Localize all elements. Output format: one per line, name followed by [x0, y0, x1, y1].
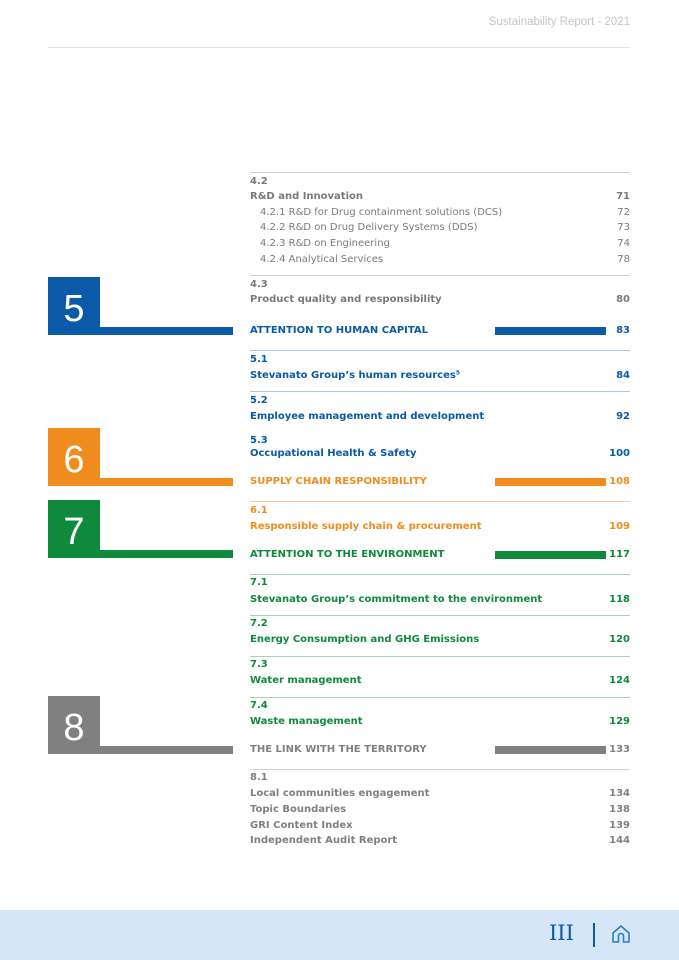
entry-title: Energy Consumption and GHG Emissions: [250, 634, 480, 645]
page-number: 92: [616, 411, 630, 422]
section-number: 4.2: [250, 176, 268, 187]
toc-entry-4-2-1[interactable]: 4.2.1 R&D for Drug containment solutions…: [260, 206, 630, 220]
toc-entry-gri-index[interactable]: GRI Content Index 139: [250, 819, 630, 833]
page-number: 138: [609, 804, 630, 815]
page-number: 144: [609, 835, 630, 846]
chapter-title: ATTENTION TO HUMAN CAPITAL: [250, 325, 429, 336]
divider: [250, 350, 630, 351]
chapter-8-line: [48, 746, 233, 754]
page-number: 129: [609, 716, 630, 727]
toc-entry-local-communities[interactable]: Local communities engagement 134: [250, 787, 630, 801]
entry-title: 4.2.3 R&D on Engineering: [260, 238, 390, 249]
chapter-title: THE LINK WITH THE TERRITORY: [250, 744, 427, 755]
chapter-7-line: [48, 550, 233, 558]
chapter-title: ATTENTION TO THE ENVIRONMENT: [250, 549, 445, 560]
entry-title: 4.2.2 R&D on Drug Delivery Systems (DDS): [260, 222, 478, 233]
chapter-5-bar: [495, 327, 606, 335]
home-icon[interactable]: [611, 924, 631, 944]
divider: [250, 391, 630, 392]
chapter-5-line: [48, 327, 233, 335]
toc-entry-4-2-4[interactable]: 4.2.4 Analytical Services 78: [260, 253, 630, 267]
divider: [250, 769, 630, 770]
section-number: 5.3: [250, 435, 268, 446]
toc-entry-topic-boundaries[interactable]: Topic Boundaries 138: [250, 803, 630, 817]
toc-entry-7-2[interactable]: Energy Consumption and GHG Emissions 120: [250, 633, 630, 647]
divider: [250, 697, 630, 698]
page-number: 73: [617, 222, 630, 233]
toc-entry-5-2[interactable]: Employee management and development 92: [250, 410, 630, 424]
toc-entry-5-3[interactable]: Occupational Health & Safety 100: [250, 447, 630, 461]
divider: [250, 615, 630, 616]
divider: [250, 501, 630, 502]
report-title: Sustainability Report - 2021: [488, 16, 630, 28]
entry-title: Responsible supply chain & procurement: [250, 521, 482, 532]
section-number: 5.1: [250, 354, 268, 365]
page-number-roman: III: [549, 921, 574, 945]
page-number: 71: [616, 191, 630, 202]
section-number: 7.2: [250, 618, 268, 629]
entry-title: Employee management and development: [250, 411, 485, 422]
section-number: 7.4: [250, 700, 268, 711]
page-number: 120: [609, 634, 630, 645]
page-number: 109: [609, 521, 630, 532]
divider: [250, 172, 630, 173]
toc-entry-6-1[interactable]: Responsible supply chain & procurement 10…: [250, 520, 630, 534]
entry-title: 4.2.4 Analytical Services: [260, 254, 384, 265]
entry-title: Waste management: [250, 716, 363, 727]
entry-title: Product quality and responsibility: [250, 294, 442, 305]
entry-title: Topic Boundaries: [250, 804, 347, 815]
page-number: 84: [616, 370, 630, 381]
page-number: 118: [609, 594, 630, 605]
entry-title: Stevanato Group’s commitment to the envi…: [250, 594, 543, 605]
chapter-title: SUPPLY CHAIN RESPONSIBILITY: [250, 476, 427, 487]
page-number: 80: [616, 294, 630, 305]
page-number: 74: [617, 238, 630, 249]
entry-title: Occupational Health & Safety: [250, 448, 417, 459]
divider: [250, 275, 630, 276]
page-number: 83: [616, 325, 630, 336]
toc-entry-4-2-2[interactable]: 4.2.2 R&D on Drug Delivery Systems (DDS)…: [260, 221, 630, 235]
entry-title: R&D and Innovation: [250, 191, 364, 202]
page-number: 117: [609, 549, 630, 560]
toc-entry-4-2-3[interactable]: 4.2.3 R&D on Engineering 74: [260, 237, 630, 251]
section-number: 5.2: [250, 395, 268, 406]
page-number: 134: [609, 788, 630, 799]
divider: [250, 574, 630, 575]
entry-title: Independent Audit Report: [250, 835, 398, 846]
toc-entry-4-2[interactable]: R&D and Innovation 71: [250, 190, 630, 204]
header-divider: [48, 47, 630, 48]
divider: [250, 656, 630, 657]
page-number: 108: [609, 476, 630, 487]
entry-title: Stevanato Group’s human resources⁵: [250, 370, 461, 381]
toc-entry-4-3[interactable]: Product quality and responsibility 80: [250, 293, 630, 307]
page-number: 139: [609, 820, 630, 831]
section-number: 4.3: [250, 279, 268, 290]
section-number: 8.1: [250, 772, 268, 783]
toc-entry-7-1[interactable]: Stevanato Group’s commitment to the envi…: [250, 593, 630, 607]
entry-title: Water management: [250, 675, 362, 686]
toc-entry-audit-report[interactable]: Independent Audit Report 144: [250, 834, 630, 848]
page-number: 100: [609, 448, 630, 459]
page-number: 78: [617, 254, 630, 265]
entry-title: GRI Content Index: [250, 820, 353, 831]
toc-entry-7-4[interactable]: Waste management 129: [250, 715, 630, 729]
toc-entry-5-1[interactable]: Stevanato Group’s human resources⁵ 84: [250, 369, 630, 383]
entry-title: Local communities engagement: [250, 788, 430, 799]
section-number: 7.1: [250, 577, 268, 588]
page-number: 133: [609, 744, 630, 755]
chapter-8-bar: [495, 746, 606, 754]
entry-title: 4.2.1 R&D for Drug containment solutions…: [260, 207, 503, 218]
toc-entry-7-3[interactable]: Water management 124: [250, 674, 630, 688]
section-number: 6.1: [250, 505, 268, 516]
footer-divider: [593, 923, 595, 947]
page-number: 72: [617, 207, 630, 218]
section-number: 7.3: [250, 659, 268, 670]
page-number: 124: [609, 675, 630, 686]
chapter-6-line: [48, 478, 233, 486]
chapter-6-bar: [495, 478, 606, 486]
chapter-7-bar: [495, 551, 606, 559]
footer-band: III: [0, 910, 679, 960]
